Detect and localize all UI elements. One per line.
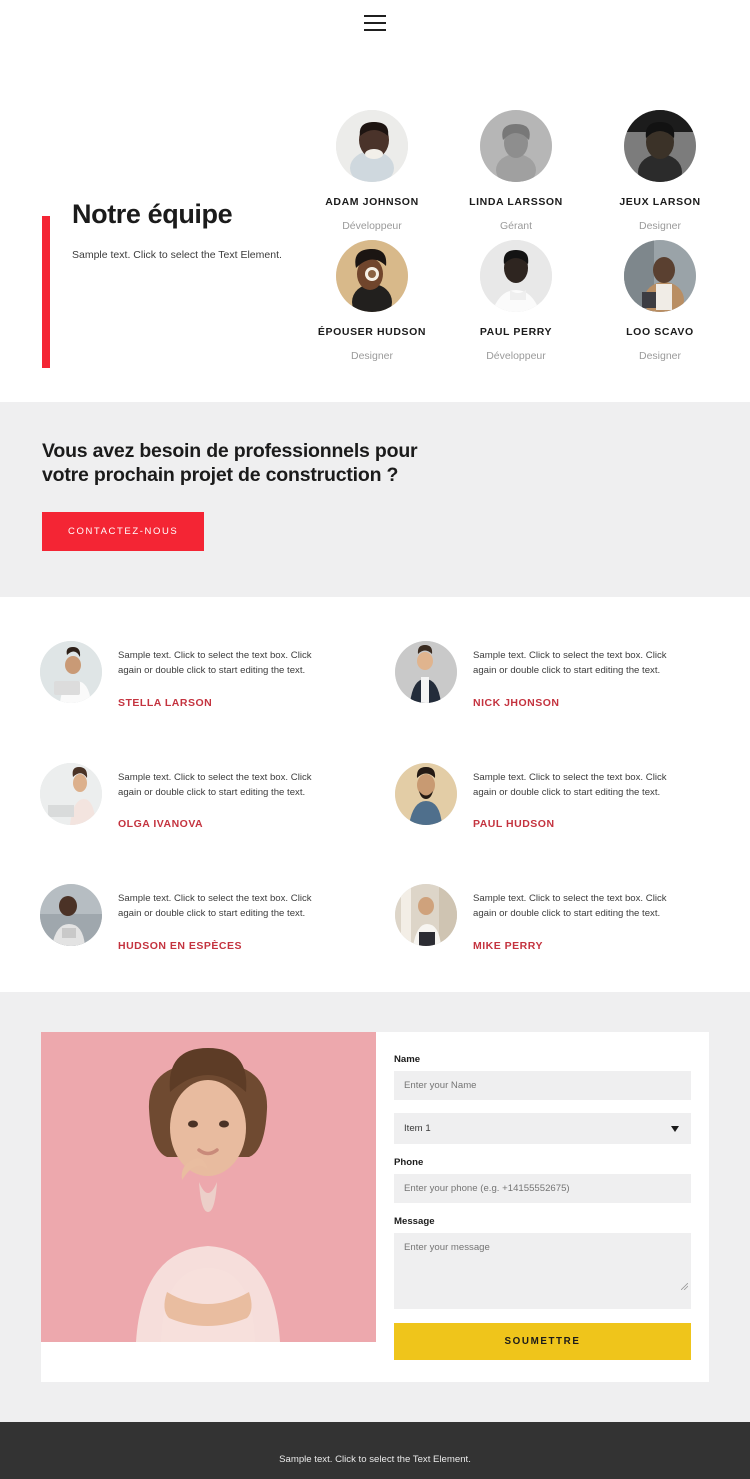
cta-section: Vous avez besoin de professionnels pour … bbox=[0, 402, 750, 597]
team-section: Notre équipe Sample text. Click to selec… bbox=[0, 46, 750, 402]
testimonial-item: Sample text. Click to select the text bo… bbox=[395, 640, 710, 709]
hamburger-menu-icon[interactable] bbox=[364, 15, 386, 31]
contact-card: Name Item 1 Phone Message SOUMETTRE bbox=[41, 1032, 709, 1383]
team-grid: ADAM JOHNSON Développeur LINDA LARSSON G… bbox=[300, 68, 750, 362]
testimonial-name: MIKE PERRY bbox=[473, 940, 543, 953]
avatar bbox=[336, 240, 408, 312]
testimonial-name: HUDSON EN ESPÈCES bbox=[118, 940, 243, 953]
testimonial-name: NICK JHONSON bbox=[473, 696, 560, 709]
avatar bbox=[624, 110, 696, 182]
testimonial-name: STELLA LARSON bbox=[118, 696, 213, 709]
contact-photo bbox=[41, 1032, 376, 1343]
team-member-role: Développeur bbox=[342, 220, 402, 232]
message-field[interactable] bbox=[394, 1233, 691, 1310]
testimonial-item: Sample text. Click to select the text bo… bbox=[40, 884, 355, 952]
team-member-role: Développeur bbox=[486, 350, 546, 362]
avatar bbox=[336, 110, 408, 182]
accent-bar bbox=[42, 216, 50, 368]
page-root: Notre équipe Sample text. Click to selec… bbox=[0, 0, 750, 1479]
team-subtitle: Sample text. Click to select the Text El… bbox=[72, 248, 282, 261]
page-title: Notre équipe bbox=[72, 199, 233, 229]
testimonial-text: Sample text. Click to select the text bo… bbox=[473, 771, 667, 798]
avatar bbox=[480, 110, 552, 182]
team-member-role: Designer bbox=[638, 350, 682, 362]
message-label: Message bbox=[394, 1216, 435, 1228]
testimonial-text: Sample text. Click to select the text bo… bbox=[473, 649, 667, 676]
item-select[interactable]: Item 1 bbox=[394, 1113, 691, 1145]
phone-field[interactable] bbox=[394, 1174, 691, 1204]
avatar bbox=[40, 884, 102, 947]
avatar bbox=[40, 640, 102, 703]
burger-bar-1 bbox=[364, 15, 386, 17]
team-member-name: PAUL PERRY bbox=[479, 326, 553, 338]
team-member[interactable]: ADAM JOHNSON Développeur bbox=[300, 110, 444, 232]
cta-title: Vous avez besoin de professionnels pour … bbox=[42, 440, 418, 486]
team-member[interactable]: LOO SCAVO Designer bbox=[588, 240, 732, 362]
testimonial-item: Sample text. Click to select the text bo… bbox=[40, 640, 355, 709]
team-member[interactable]: LINDA LARSSON Gérant bbox=[444, 110, 588, 232]
testimonial-text: Sample text. Click to select the text bo… bbox=[118, 893, 312, 920]
team-member[interactable]: PAUL PERRY Développeur bbox=[444, 240, 588, 362]
team-member-name: JEUX LARSON bbox=[619, 196, 701, 208]
team-member-name: LOO SCAVO bbox=[626, 326, 694, 338]
team-member-name: ADAM JOHNSON bbox=[325, 196, 419, 208]
team-member-role: Gérant bbox=[499, 220, 533, 232]
testimonial-item: Sample text. Click to select the text bo… bbox=[40, 762, 355, 831]
testimonial-item: Sample text. Click to select the text bo… bbox=[395, 762, 710, 831]
team-intro: Notre équipe Sample text. Click to selec… bbox=[0, 68, 300, 368]
avatar bbox=[480, 240, 552, 312]
testimonials-grid: Sample text. Click to select the text bo… bbox=[40, 640, 710, 952]
avatar bbox=[395, 762, 457, 825]
phone-label: Phone bbox=[394, 1157, 424, 1169]
site-header bbox=[0, 0, 750, 46]
team-member[interactable]: ÉPOUSER HUDSON Designer bbox=[300, 240, 444, 362]
avatar bbox=[395, 884, 457, 947]
testimonial-text: Sample text. Click to select the text bo… bbox=[118, 649, 312, 676]
submit-button[interactable]: SOUMETTRE bbox=[394, 1323, 691, 1361]
avatar bbox=[40, 762, 102, 825]
team-member-name: LINDA LARSSON bbox=[469, 196, 563, 208]
team-member[interactable]: JEUX LARSON Designer bbox=[588, 110, 732, 232]
site-footer: Sample text. Click to select the Text El… bbox=[0, 1422, 750, 1479]
contact-us-button[interactable]: CONTACTEZ-NOUS bbox=[42, 511, 205, 551]
testimonials-section: Sample text. Click to select the text bo… bbox=[0, 596, 750, 993]
chevron-down-icon bbox=[671, 1125, 679, 1132]
testimonial-name: OLGA IVANOVA bbox=[118, 818, 204, 831]
testimonial-text: Sample text. Click to select the text bo… bbox=[118, 771, 312, 798]
burger-bar-3 bbox=[364, 29, 386, 31]
team-member-role: Designer bbox=[350, 350, 394, 362]
team-member-role: Designer bbox=[638, 220, 682, 232]
testimonial-item: Sample text. Click to select the text bo… bbox=[395, 884, 710, 952]
testimonial-text: Sample text. Click to select the text bo… bbox=[473, 893, 667, 920]
team-member-name: ÉPOUSER HUDSON bbox=[317, 326, 427, 338]
avatar bbox=[395, 640, 457, 703]
contact-section: Name Item 1 Phone Message SOUMETTRE bbox=[0, 992, 750, 1423]
name-field[interactable] bbox=[394, 1071, 691, 1101]
item-select-value: Item 1 bbox=[394, 1113, 691, 1145]
testimonial-name: PAUL HUDSON bbox=[473, 818, 555, 831]
contact-form: Name Item 1 Phone Message SOUMETTRE bbox=[376, 1032, 709, 1382]
footer-text: Sample text. Click to select the Text El… bbox=[279, 1453, 471, 1465]
burger-bar-2 bbox=[364, 22, 386, 24]
name-label: Name bbox=[394, 1054, 421, 1066]
avatar bbox=[624, 240, 696, 312]
